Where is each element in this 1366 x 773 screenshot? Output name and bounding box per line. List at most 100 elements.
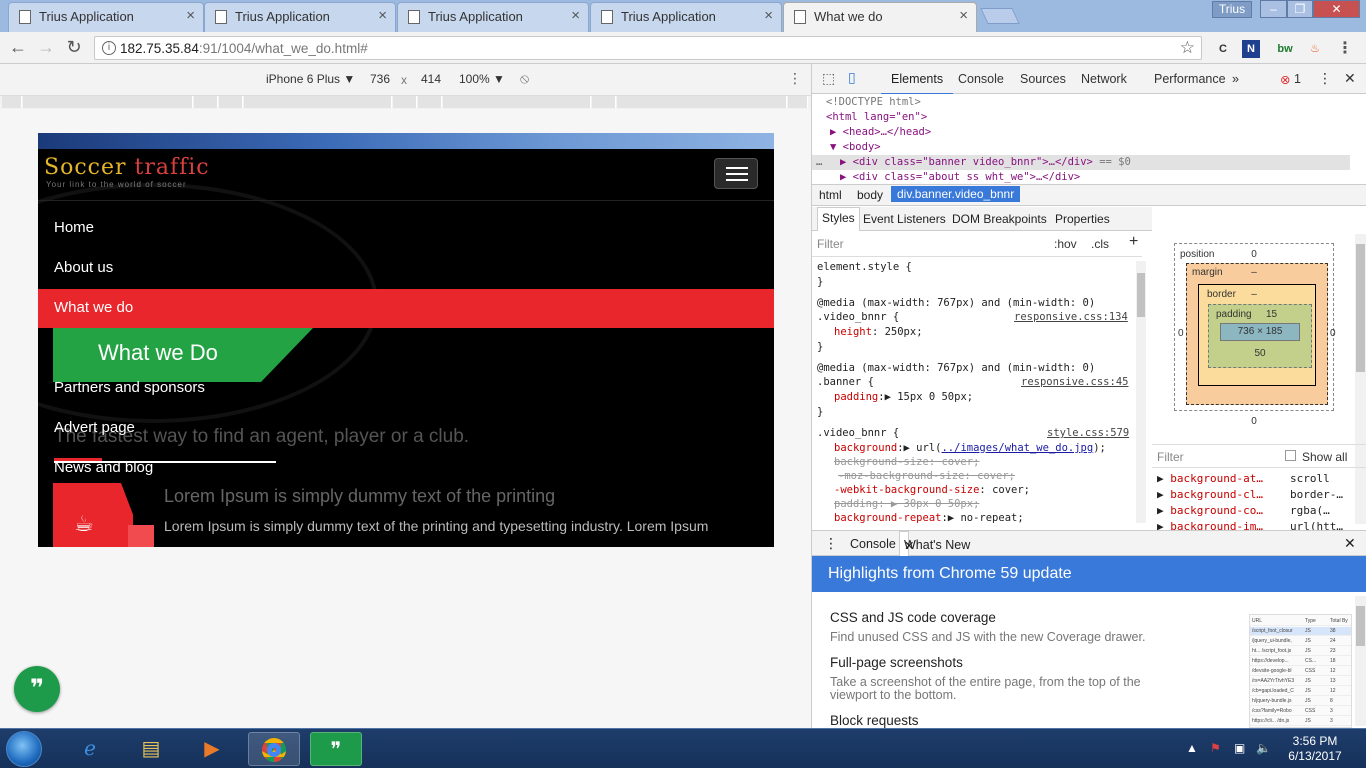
close-icon[interactable]: × xyxy=(959,7,968,24)
tray-expand-icon[interactable]: ▲ xyxy=(1186,741,1198,755)
styles-filter-input[interactable]: Filter xyxy=(817,237,844,251)
close-icon[interactable]: × xyxy=(571,7,580,24)
flag-icon[interactable]: ⚑ xyxy=(1210,741,1221,755)
nav-advert-page[interactable]: Advert page xyxy=(54,419,135,436)
zoom-select[interactable]: 100% ▼ xyxy=(459,72,505,86)
bookmark-star-icon[interactable]: ☆ xyxy=(1180,38,1195,58)
browser-tab-active[interactable]: What we do × xyxy=(783,2,977,32)
network-icon[interactable]: ▣ xyxy=(1234,741,1245,755)
extension-n-icon[interactable]: N xyxy=(1242,40,1260,58)
tab-dom-breakpoints[interactable]: DOM Breakpoints xyxy=(952,212,1047,226)
source-link[interactable]: responsive.css:134 xyxy=(1014,311,1128,323)
show-all-checkbox[interactable] xyxy=(1285,450,1296,461)
browser-tab[interactable]: Trius Application × xyxy=(8,2,204,32)
device-height[interactable]: 414 xyxy=(421,72,441,86)
profile-button[interactable]: Trius xyxy=(1212,1,1252,18)
maximize-button[interactable]: ❐ xyxy=(1287,0,1313,18)
device-select[interactable]: iPhone 6 Plus ▼ xyxy=(266,72,355,86)
error-count[interactable]: 1 xyxy=(1294,72,1301,86)
browser-tab[interactable]: Trius Application × xyxy=(590,2,782,32)
inspect-icon[interactable]: ⬚ xyxy=(822,70,835,87)
new-tab-button[interactable] xyxy=(980,8,1020,24)
source-link[interactable]: style.css:579 xyxy=(1047,427,1129,439)
device-width[interactable]: 736 xyxy=(370,72,390,86)
nav-home[interactable]: Home xyxy=(54,219,94,236)
close-drawer-icon[interactable]: ✕ xyxy=(1344,535,1356,552)
site-logo[interactable]: Soccer traffic xyxy=(44,155,210,180)
extension-bw-icon[interactable]: bw xyxy=(1276,40,1294,58)
nav-about-us[interactable]: About us xyxy=(54,259,113,276)
close-devtools-icon[interactable]: ✕ xyxy=(1344,70,1356,87)
tab-sources[interactable]: Sources xyxy=(1020,72,1066,86)
whats-new-title[interactable]: Full-page screenshots xyxy=(830,655,963,670)
start-button[interactable] xyxy=(6,731,42,767)
tab-properties[interactable]: Properties xyxy=(1055,212,1110,226)
tab-performance[interactable]: Performance xyxy=(1154,72,1226,86)
css-property-overridden[interactable]: background-size: cover; xyxy=(834,456,979,468)
dom-node[interactable]: ▼ <body> xyxy=(830,141,881,153)
info-icon[interactable]: i xyxy=(102,41,116,55)
media-player-icon[interactable]: ▶ xyxy=(186,732,238,766)
dom-node[interactable]: <html lang="en"> xyxy=(826,111,927,123)
chrome-icon[interactable] xyxy=(248,732,300,766)
dom-node[interactable]: ▶ <div class="about ss wht_we">…</div> xyxy=(840,171,1080,183)
drawer-menu-icon[interactable]: ⋮ xyxy=(824,535,838,552)
computed-row[interactable]: ▶ background-cl… xyxy=(1157,488,1263,501)
whats-new-scrollbar[interactable] xyxy=(1355,596,1366,726)
tab-styles[interactable]: Styles xyxy=(817,207,860,231)
css-property[interactable]: background:▶ url(../images/what_we_do.jp… xyxy=(834,442,1106,454)
rotate-icon[interactable]: ⦸ xyxy=(520,70,529,87)
forward-icon[interactable]: → xyxy=(36,37,56,57)
css-property[interactable]: -webkit-background-size: cover; xyxy=(834,484,1030,496)
whats-new-title[interactable]: CSS and JS code coverage xyxy=(830,610,996,625)
dom-node[interactable]: ▶ <head>…</head> xyxy=(830,126,931,138)
close-icon[interactable]: × xyxy=(186,7,195,24)
css-property[interactable]: background-repeat:▶ no-repeat; xyxy=(834,512,1024,524)
internet-explorer-icon[interactable]: ℯ xyxy=(64,732,116,766)
more-options-icon[interactable]: ⋮ xyxy=(788,70,802,87)
extension-fire-icon[interactable]: ♨ xyxy=(1306,40,1324,58)
tab-elements[interactable]: Elements xyxy=(880,72,954,95)
extension-c-icon[interactable]: C xyxy=(1214,40,1232,58)
add-rule-icon[interactable]: + xyxy=(1129,233,1138,251)
url-text[interactable]: 182.75.35.84:91/1004/what_we_do.html# xyxy=(120,41,368,56)
drawer-tab-whats-new[interactable]: What's New ✕ xyxy=(899,531,970,557)
breadcrumb-html[interactable]: html xyxy=(819,188,842,202)
css-property-overridden[interactable]: -moz-background-size: cover; xyxy=(838,470,1015,482)
computed-row[interactable]: ▶ background-co… xyxy=(1157,504,1263,517)
nav-what-we-do[interactable]: What we do xyxy=(54,299,133,316)
tab-network[interactable]: Network xyxy=(1081,72,1127,86)
chrome-menu-icon[interactable]: ⋮ xyxy=(1336,40,1354,58)
breadcrumb-body[interactable]: body xyxy=(857,188,883,202)
breadcrumb-selected[interactable]: div.banner.video_bnnr xyxy=(891,186,1021,202)
hamburger-menu-button[interactable] xyxy=(714,158,758,189)
file-explorer-icon[interactable]: ▤ xyxy=(125,732,177,766)
volume-icon[interactable]: 🔈 xyxy=(1256,741,1271,755)
css-property[interactable]: padding:▶ 15px 0 50px; xyxy=(834,391,973,403)
error-icon[interactable]: ⊗ xyxy=(1280,72,1290,87)
css-property-overridden[interactable]: padding: ▶ 30px 0 50px; xyxy=(834,498,979,510)
tab-event-listeners[interactable]: Event Listeners xyxy=(863,212,946,226)
minimize-button[interactable]: – xyxy=(1260,0,1287,18)
hov-toggle[interactable]: :hov xyxy=(1054,237,1077,251)
close-window-button[interactable]: ✕ xyxy=(1313,0,1360,18)
browser-tab[interactable]: Trius Application × xyxy=(204,2,396,32)
styles-scrollbar[interactable] xyxy=(1136,261,1146,523)
source-link[interactable]: responsive.css:45 xyxy=(1021,376,1128,388)
devtools-menu-icon[interactable]: ⋮ xyxy=(1318,70,1332,87)
back-icon[interactable]: ← xyxy=(8,37,28,57)
device-mode-icon[interactable]: ▯ xyxy=(848,69,856,86)
cls-toggle[interactable]: .cls xyxy=(1091,237,1109,251)
reload-icon[interactable]: ↻ xyxy=(64,37,84,57)
close-icon[interactable]: × xyxy=(378,7,387,24)
drawer-tab-console[interactable]: Console xyxy=(850,537,896,551)
whats-new-title[interactable]: Block requests xyxy=(830,713,919,728)
dom-node[interactable]: <!DOCTYPE html> xyxy=(826,96,921,108)
browser-tab[interactable]: Trius Application × xyxy=(397,2,589,32)
hangouts-icon[interactable]: ❞ xyxy=(14,666,60,712)
close-icon[interactable]: ✕ xyxy=(904,538,914,553)
tab-console[interactable]: Console xyxy=(958,72,1004,86)
close-icon[interactable]: × xyxy=(764,7,773,24)
system-clock[interactable]: 3:56 PM 6/13/2017 xyxy=(1280,734,1350,764)
hangouts-taskbar-icon[interactable]: ❞ xyxy=(310,732,362,766)
